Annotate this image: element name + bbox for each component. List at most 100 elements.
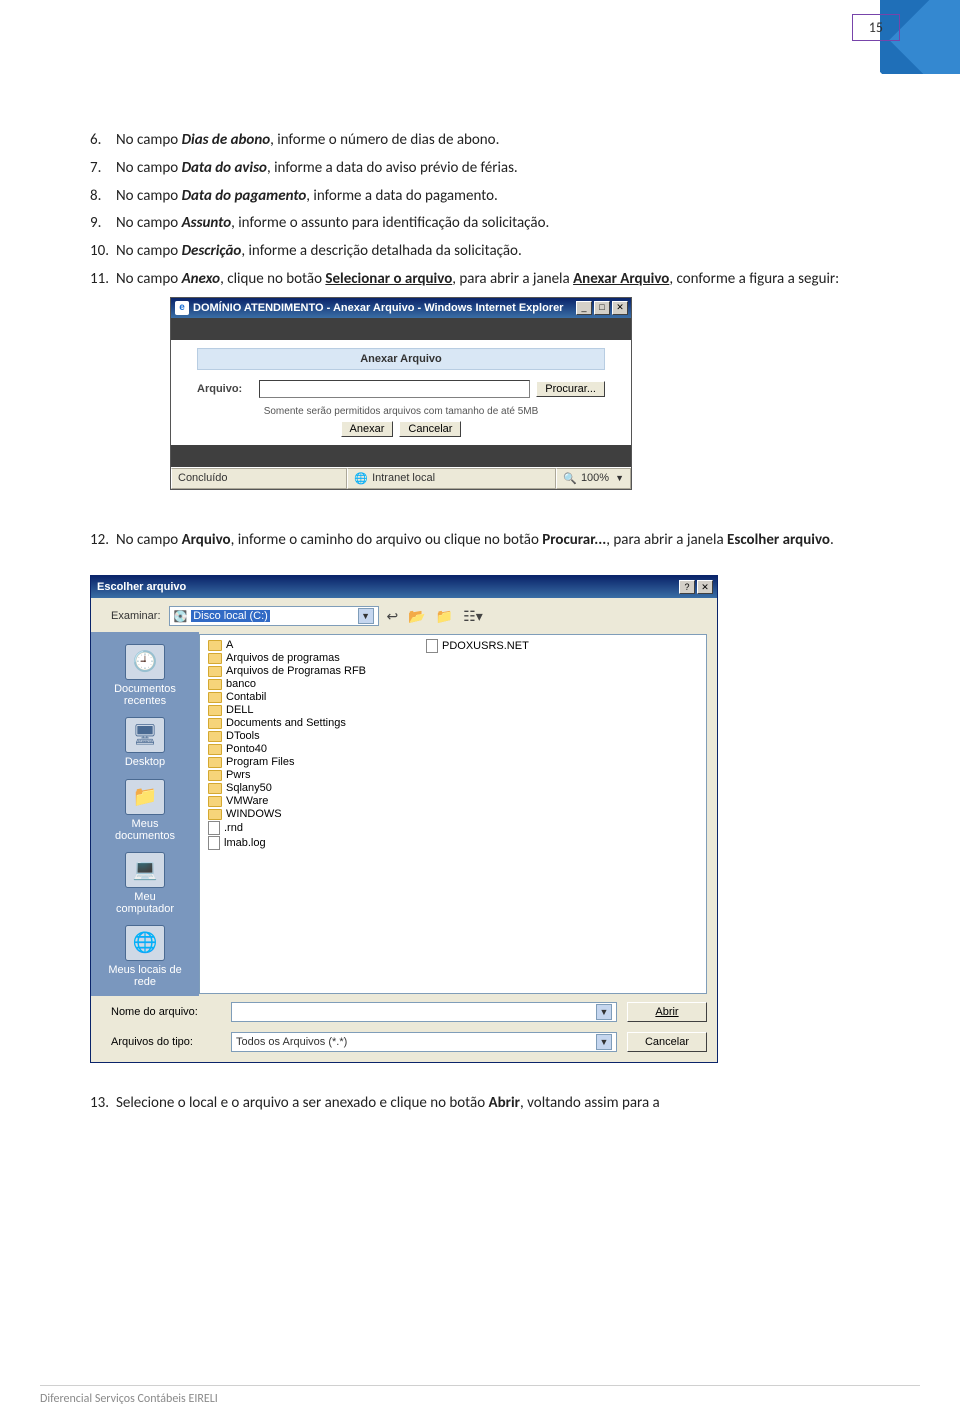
recent-icon: 🕘 [125, 644, 165, 680]
computer-icon: 💻 [125, 852, 165, 888]
file-size-note: Somente serão permitidos arquivos com ta… [171, 404, 631, 421]
file-item[interactable]: Arquivos de Programas RFB [208, 665, 366, 677]
minimize-button[interactable]: _ [576, 301, 592, 315]
cancelar-button[interactable]: Cancelar [399, 421, 461, 437]
folder-icon [208, 796, 222, 807]
dialog-title: Escolher arquivo [95, 581, 677, 593]
folder-icon [208, 809, 222, 820]
views-icon[interactable]: ☷▾ [463, 608, 483, 625]
file-item[interactable]: Ponto40 [208, 743, 366, 755]
footer-divider [40, 1385, 920, 1386]
abrir-button[interactable]: Abrir [627, 1002, 707, 1022]
file-item[interactable]: Sqlany50 [208, 782, 366, 794]
back-icon[interactable]: ↩ [387, 608, 399, 625]
arquivo-label: Arquivo: [197, 383, 253, 395]
instruction-item-13: 13.Selecione o local e o arquivo a ser a… [116, 1093, 870, 1115]
instruction-list-2: 12.No campo Arquivo, informe o caminho d… [90, 530, 870, 552]
anexar-arquivo-dialog: e DOMÍNIO ATENDIMENTO - Anexar Arquivo -… [170, 297, 632, 490]
instruction-item-11: 11.No campo Anexo, clique no botão Selec… [116, 269, 870, 291]
instruction-item-10: 10.No campo Descrição, informe a descriç… [116, 241, 870, 263]
file-item[interactable]: Arquivos de programas [208, 652, 366, 664]
folder-icon [208, 770, 222, 781]
file-item[interactable]: lmab.log [208, 836, 366, 850]
instruction-item-7: 7.No campo Data do aviso, informe a data… [116, 158, 870, 180]
place-computer[interactable]: 💻Meucomputador [91, 846, 199, 917]
status-zoom[interactable]: 🔍100%▼ [556, 468, 631, 489]
file-item[interactable]: Pwrs [208, 769, 366, 781]
drive-icon: 💽 [174, 610, 188, 623]
status-intranet: 🌐Intranet local [347, 468, 556, 489]
file-item[interactable]: Program Files [208, 756, 366, 768]
place-documents[interactable]: 📁Meusdocumentos [91, 773, 199, 844]
page-number: 15 [852, 14, 900, 41]
instruction-item-6: 6.No campo Dias de abono, informe o núme… [116, 130, 870, 152]
places-bar: 🕘Documentosrecentes 🖥Desktop 📁Meusdocume… [91, 632, 199, 996]
folder-icon [208, 757, 222, 768]
folder-icon [208, 731, 222, 742]
file-list[interactable]: AArquivos de programasArquivos de Progra… [199, 634, 707, 994]
file-item[interactable]: .rnd [208, 821, 366, 835]
dark-strip-bottom [171, 445, 631, 467]
place-desktop[interactable]: 🖥Desktop [91, 711, 199, 770]
maximize-button[interactable]: □ [594, 301, 610, 315]
anexar-header: Anexar Arquivo [197, 348, 605, 370]
documents-icon: 📁 [125, 779, 165, 815]
file-icon [208, 821, 220, 835]
anexar-button[interactable]: Anexar [341, 421, 394, 437]
help-button[interactable]: ? [679, 580, 695, 594]
instruction-item-9: 9.No campo Assunto, informe o assunto pa… [116, 213, 870, 235]
folder-icon [208, 705, 222, 716]
cancelar-button[interactable]: Cancelar [627, 1032, 707, 1052]
procurar-button[interactable]: Procurar... [536, 381, 605, 397]
dropdown-arrow-icon: ▼ [596, 1034, 612, 1050]
nome-input[interactable]: ▼ [231, 1002, 617, 1022]
examinar-dropdown[interactable]: 💽 Disco local (C:) ▼ [169, 606, 379, 626]
dialog-titlebar: e DOMÍNIO ATENDIMENTO - Anexar Arquivo -… [171, 298, 631, 318]
dark-strip-top [171, 318, 631, 340]
folder-icon [208, 653, 222, 664]
new-folder-icon[interactable]: 📁 [436, 608, 453, 625]
dropdown-arrow-icon: ▼ [358, 608, 374, 624]
close-button[interactable]: ✕ [697, 580, 713, 594]
up-icon[interactable]: 📂 [408, 608, 425, 625]
folder-icon [208, 692, 222, 703]
file-item[interactable]: Documents and Settings [208, 717, 366, 729]
folder-icon [208, 640, 222, 651]
tipo-label: Arquivos do tipo: [111, 1036, 221, 1048]
folder-icon [208, 783, 222, 794]
folder-icon [208, 718, 222, 729]
dialog-title: DOMÍNIO ATENDIMENTO - Anexar Arquivo - W… [193, 302, 574, 314]
file-item[interactable]: WINDOWS [208, 808, 366, 820]
place-network[interactable]: 🌐Meus locais derede [91, 919, 199, 990]
file-item[interactable]: DELL [208, 704, 366, 716]
file-icon [208, 836, 220, 850]
examinar-label: Examinar: [111, 610, 161, 622]
tipo-dropdown[interactable]: Todos os Arquivos (*.*)▼ [231, 1032, 617, 1052]
folder-icon [208, 666, 222, 677]
desktop-icon: 🖥 [125, 717, 165, 753]
status-bar: Concluído 🌐Intranet local 🔍100%▼ [171, 467, 631, 489]
dropdown-arrow-icon: ▼ [596, 1004, 612, 1020]
instruction-item-8: 8.No campo Data do pagamento, informe a … [116, 186, 870, 208]
intranet-icon: 🌐 [354, 472, 368, 485]
nav-icons: ↩ 📂 📁 ☷▾ [387, 608, 483, 625]
file-item[interactable]: banco [208, 678, 366, 690]
file-icon [426, 639, 438, 653]
instruction-list: 6.No campo Dias de abono, informe o núme… [90, 130, 870, 291]
escolher-arquivo-dialog: Escolher arquivo ? ✕ Examinar: 💽 Disco l… [90, 575, 718, 1063]
drive-name: Disco local (C:) [191, 610, 270, 622]
folder-icon [208, 679, 222, 690]
file-item[interactable]: VMWare [208, 795, 366, 807]
instruction-item-12: 12.No campo Arquivo, informe o caminho d… [116, 530, 870, 552]
nome-label: Nome do arquivo: [111, 1006, 221, 1018]
file-item[interactable]: A [208, 639, 366, 651]
place-recent[interactable]: 🕘Documentosrecentes [91, 638, 199, 709]
folder-icon [208, 744, 222, 755]
file-item[interactable]: DTools [208, 730, 366, 742]
file-item[interactable]: Contabil [208, 691, 366, 703]
arquivo-input[interactable] [259, 380, 530, 398]
footer-text: Diferencial Serviços Contábeis EIRELI [40, 1392, 218, 1406]
file-item[interactable]: PDOXUSRS.NET [426, 639, 529, 653]
close-button[interactable]: ✕ [612, 301, 628, 315]
zoom-icon: 🔍 [563, 472, 577, 485]
